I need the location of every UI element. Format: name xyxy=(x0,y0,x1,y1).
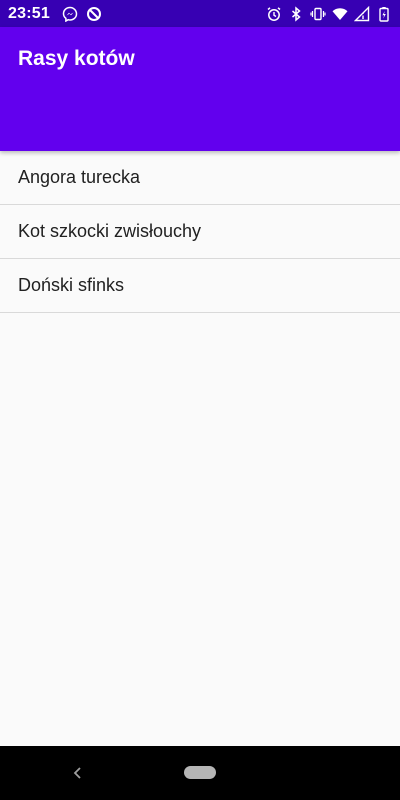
messenger-icon xyxy=(62,6,78,22)
alarm-icon xyxy=(266,6,282,22)
screen: 23:51 Rasy kotów Angora turecka Kot szko… xyxy=(0,0,400,800)
data-saver-icon xyxy=(86,6,102,22)
app-bar: Rasy kotów xyxy=(0,27,400,151)
list-item-label: Doński sfinks xyxy=(18,275,125,295)
signal-icon xyxy=(354,5,370,22)
breed-list: Angora turecka Kot szkocki zwisłouchy Do… xyxy=(0,151,400,313)
list-item[interactable]: Doński sfinks xyxy=(0,259,400,313)
list-item-label: Kot szkocki zwisłouchy xyxy=(18,221,202,241)
status-right-icons xyxy=(266,5,392,22)
back-icon[interactable] xyxy=(66,761,90,785)
status-left-icons xyxy=(62,6,102,22)
navigation-bar xyxy=(0,746,400,800)
home-pill-icon[interactable] xyxy=(184,766,216,779)
list-item[interactable]: Angora turecka xyxy=(0,151,400,205)
vibrate-icon xyxy=(310,6,326,22)
status-time: 23:51 xyxy=(8,4,50,22)
list-item[interactable]: Kot szkocki zwisłouchy xyxy=(0,205,400,259)
wifi-icon xyxy=(332,6,348,22)
battery-icon xyxy=(376,6,392,22)
status-bar: 23:51 xyxy=(0,0,400,27)
list-item-label: Angora turecka xyxy=(18,167,141,187)
bluetooth-icon xyxy=(288,5,304,22)
page-title: Rasy kotów xyxy=(18,47,135,70)
